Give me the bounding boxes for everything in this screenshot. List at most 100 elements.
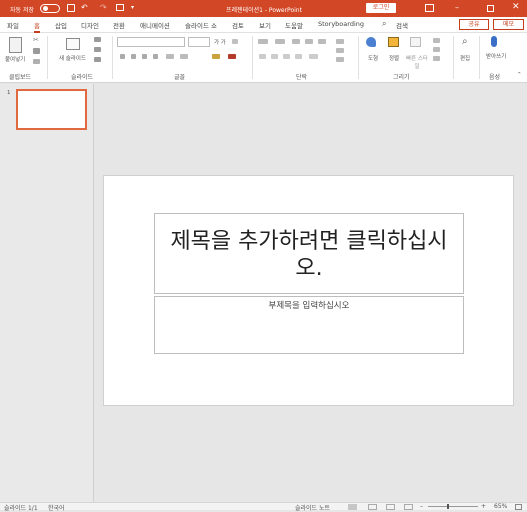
login-button[interactable]: 로그인 — [366, 3, 396, 13]
copy-icon[interactable] — [33, 48, 40, 54]
tab-insert[interactable]: 삽입 — [55, 20, 67, 30]
shape-effects-icon[interactable] — [433, 56, 440, 61]
shape-outline-icon[interactable] — [433, 47, 440, 52]
align-text-icon[interactable] — [336, 48, 344, 53]
font-color-icon[interactable] — [228, 54, 236, 59]
slide: 제목을 추가하려면 클릭하십시오. 부제목을 입력하십시오 — [103, 175, 514, 406]
notes-button[interactable]: 슬라이드 노트 — [295, 503, 330, 512]
tab-animations[interactable]: 애니메이션 — [140, 20, 170, 30]
tab-view[interactable]: 보기 — [259, 20, 271, 30]
tab-slideshow[interactable]: 슬라이드 쇼 — [185, 20, 217, 30]
zoom-slider-thumb[interactable] — [447, 504, 449, 509]
arrange-icon[interactable] — [388, 37, 399, 47]
language-status[interactable]: 한국어 — [48, 503, 65, 512]
slideshow-view-icon[interactable] — [404, 504, 413, 510]
justify-icon[interactable] — [295, 54, 302, 59]
zoom-slider[interactable] — [428, 506, 478, 507]
comments-button[interactable]: 메모 — [493, 19, 524, 30]
font-name-input[interactable] — [117, 37, 185, 47]
quick-styles-icon[interactable] — [410, 37, 421, 47]
bullets-icon[interactable] — [258, 39, 268, 44]
close-icon[interactable]: ✕ — [512, 2, 520, 12]
tab-file[interactable]: 파일 — [7, 20, 19, 30]
text-direction-icon[interactable] — [336, 39, 344, 44]
new-slide-icon[interactable] — [66, 38, 80, 50]
align-center-icon[interactable] — [271, 54, 278, 59]
search-icon[interactable]: ⌕ — [382, 19, 386, 29]
share-button[interactable]: 공유 — [459, 19, 489, 30]
layout-icon[interactable] — [94, 37, 101, 42]
comments-label: 메모 — [502, 21, 515, 28]
dictate-label[interactable]: 받아쓰기 — [486, 52, 506, 60]
tab-storyboarding[interactable]: Storyboarding — [318, 20, 364, 28]
tab-transitions[interactable]: 전환 — [113, 20, 125, 30]
shapes-label[interactable]: 도형 — [368, 54, 378, 62]
arrange-label[interactable]: 정렬 — [389, 54, 399, 62]
group-divider — [453, 36, 454, 79]
subtitle-placeholder[interactable]: 부제목을 입력하십시오 — [154, 296, 464, 354]
title-placeholder[interactable]: 제목을 추가하려면 클릭하십시오. — [154, 213, 464, 294]
slide-thumbnail[interactable] — [16, 89, 87, 130]
present-icon[interactable] — [116, 4, 124, 11]
collapse-ribbon-icon[interactable]: ⌃ — [517, 72, 522, 78]
line-spacing-icon[interactable] — [318, 39, 326, 44]
strikethrough-icon[interactable] — [153, 54, 158, 59]
group-divider — [112, 36, 113, 79]
slide-editing-area: 제목을 추가하려면 클릭하십시오. 부제목을 입력하십시오 — [95, 84, 527, 502]
clear-format-icon[interactable] — [232, 39, 238, 44]
qat-customize-icon[interactable]: ▾ — [131, 4, 134, 11]
normal-view-icon[interactable] — [348, 504, 357, 510]
autosave-toggle[interactable] — [40, 4, 60, 13]
zoom-level[interactable]: 65% — [494, 503, 507, 510]
underline-icon[interactable] — [142, 54, 147, 59]
tab-design[interactable]: 디자인 — [81, 20, 99, 30]
slide-sorter-icon[interactable] — [368, 504, 377, 510]
tab-review[interactable]: 검토 — [232, 20, 244, 30]
group-divider — [47, 36, 48, 79]
shapes-icon[interactable] — [366, 37, 376, 47]
font-size-input[interactable] — [188, 37, 210, 47]
find-icon[interactable]: ⌕ — [462, 36, 468, 47]
reset-icon[interactable] — [94, 47, 101, 52]
section-icon[interactable] — [94, 57, 101, 62]
new-slide-label[interactable]: 새 슬라이드 — [59, 54, 86, 62]
columns-icon[interactable] — [309, 54, 318, 59]
increase-indent-icon[interactable] — [305, 39, 313, 44]
fit-to-window-icon[interactable] — [515, 504, 522, 510]
numbering-icon[interactable] — [275, 39, 285, 44]
autosave-label: 자동 저장 — [10, 7, 34, 14]
maximize-icon[interactable] — [487, 5, 494, 12]
font-size-buttons[interactable]: 가 가 — [214, 38, 226, 46]
zoom-in-icon[interactable]: + — [481, 503, 486, 510]
search-label[interactable]: 검색 — [396, 20, 408, 30]
char-spacing-icon[interactable] — [166, 54, 174, 59]
align-right-icon[interactable] — [283, 54, 290, 59]
editing-label[interactable]: 편집 — [460, 54, 470, 62]
shape-fill-icon[interactable] — [433, 38, 440, 43]
ribbon-display-icon[interactable] — [425, 4, 434, 12]
change-case-icon[interactable] — [180, 54, 188, 59]
paste-icon[interactable] — [9, 37, 22, 53]
format-painter-icon[interactable] — [33, 59, 40, 64]
smartart-icon[interactable] — [336, 57, 344, 62]
minimize-icon[interactable]: – — [455, 3, 459, 12]
paste-label[interactable]: 붙여넣기 — [5, 55, 25, 63]
undo-icon[interactable]: ↶ — [81, 3, 88, 12]
reading-view-icon[interactable] — [386, 504, 395, 510]
quick-styles-label[interactable]: 빠른 스타일 — [404, 54, 430, 70]
cut-icon[interactable]: ✂ — [33, 36, 39, 44]
decrease-indent-icon[interactable] — [292, 39, 300, 44]
title-bar: 자동 저장 ↶ ↷ ▾ 프레젠테이션1 - PowerPoint 로그인 – ✕ — [0, 0, 527, 17]
tab-help[interactable]: 도움말 — [285, 20, 303, 30]
save-icon[interactable] — [67, 4, 75, 12]
italic-icon[interactable] — [131, 54, 136, 59]
zoom-out-icon[interactable]: – — [420, 503, 423, 510]
tab-home[interactable]: 홈 — [34, 20, 40, 33]
slide-count: 슬라이드 1/1 — [4, 505, 38, 512]
microphone-icon[interactable] — [491, 36, 497, 47]
bold-icon[interactable] — [120, 54, 125, 59]
align-left-icon[interactable] — [259, 54, 266, 59]
redo-icon[interactable]: ↷ — [100, 3, 107, 12]
voice-group-label: 음성 — [489, 74, 501, 81]
highlight-icon[interactable] — [212, 54, 220, 59]
